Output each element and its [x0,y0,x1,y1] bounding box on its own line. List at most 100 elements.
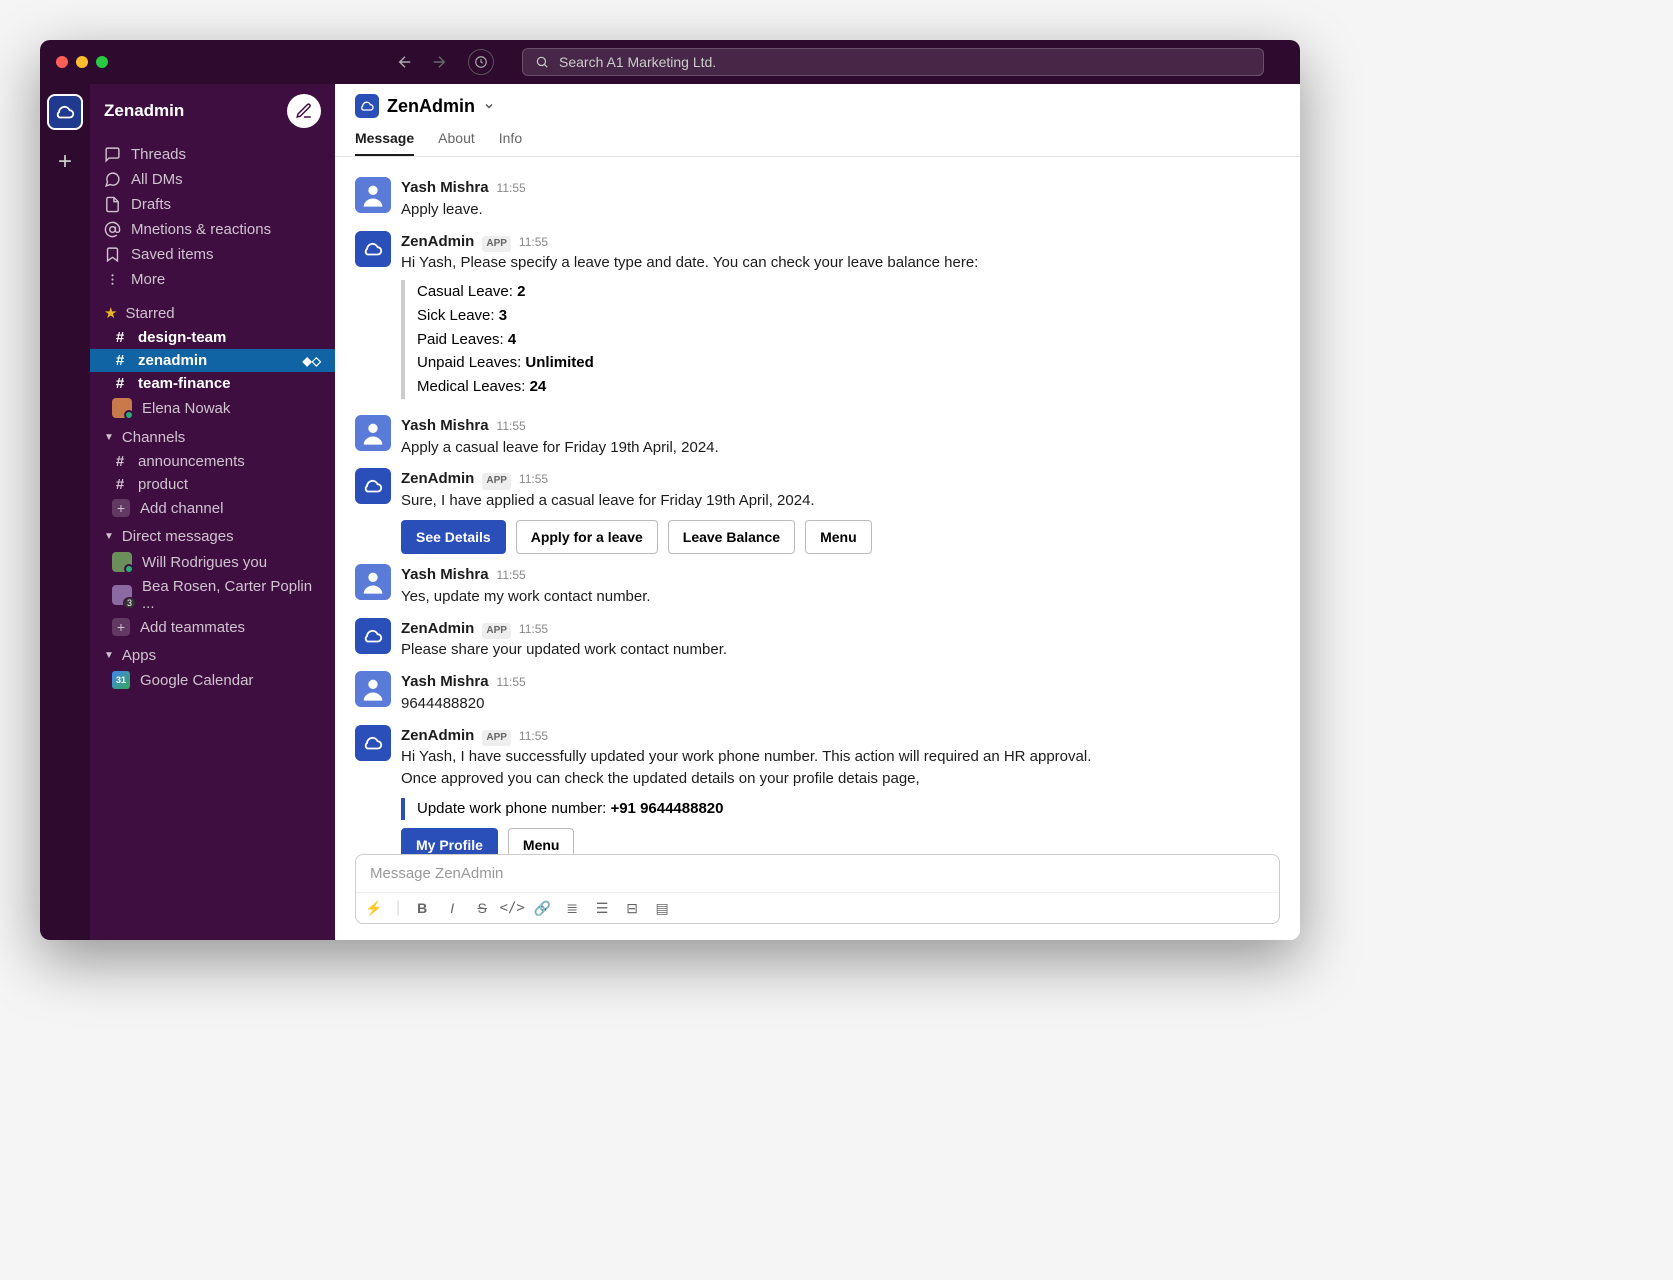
close-window[interactable] [56,56,68,68]
quote-icon[interactable]: ⊟ [624,900,640,916]
app-gcal[interactable]: 31 Google Calendar [90,668,335,692]
composer-input[interactable]: Message ZenAdmin [356,855,1279,892]
nav-saved[interactable]: Saved items [90,242,335,267]
plus-icon: + [112,618,130,636]
cloud-icon [359,98,375,114]
tab-info[interactable]: Info [499,130,522,156]
caret-down-icon: ▼ [104,650,114,661]
composer-toolbar: ⚡ | B I S </> 🔗 ≣ ☰ ⊟ ▤ [356,892,1279,923]
link-icon[interactable]: 🔗 [534,900,550,916]
avatar-icon: 3 [112,585,132,605]
channel-design-team[interactable]: #design-team [90,326,335,349]
see-details-button[interactable]: See Details [401,520,506,554]
workspace-rail: + [40,84,90,940]
dm-will[interactable]: Will Rodrigues you [90,549,335,575]
bullet-list-icon[interactable]: ☰ [594,900,610,916]
channel-announcements[interactable]: #announcements [90,450,335,473]
ordered-list-icon[interactable]: ≣ [564,900,580,916]
menu-button[interactable]: Menu [508,828,575,854]
caret-down-icon: ▼ [104,432,114,443]
bot-avatar [355,725,391,761]
more-icon [104,271,121,288]
lightning-icon[interactable]: ⚡ [366,900,382,916]
message: ZenAdminAPP11:55 Hi Yash, Please specify… [355,231,1280,405]
user-avatar [355,415,391,451]
threads-icon [104,146,121,163]
channel-zenadmin[interactable]: #zenadmin◆◇ [90,349,335,372]
nav-threads[interactable]: Threads [90,142,335,167]
cloud-icon [54,101,76,123]
message: Yash Mishra11:55 Apply leave. [355,177,1280,221]
maximize-window[interactable] [96,56,108,68]
channel-title[interactable]: ZenAdmin [355,94,1280,118]
gcal-icon: 31 [112,671,130,689]
bookmark-icon [104,246,121,263]
message-list: Yash Mishra11:55 Apply leave. ZenAdminAP… [335,157,1300,854]
tab-message[interactable]: Message [355,130,414,156]
section-channels[interactable]: ▼ Channels [90,421,335,450]
nav-mentions[interactable]: Mnetions & reactions [90,217,335,242]
update-block: Update work phone number: +91 9644488820 [401,798,1280,820]
apply-leave-button[interactable]: Apply for a leave [516,520,658,554]
message: ZenAdminAPP11:55 Please share your updat… [355,618,1280,662]
nav-all-dms[interactable]: All DMs [90,167,335,192]
history-nav [396,53,448,71]
italic-icon[interactable]: I [444,900,460,916]
user-avatar [355,177,391,213]
workspace-icon[interactable] [47,94,83,130]
drafts-icon [104,196,121,213]
search-input[interactable]: Search A1 Marketing Ltd. [522,48,1264,76]
section-starred[interactable]: ★ Starred [90,296,335,326]
chevron-down-icon [483,100,495,112]
bot-avatar [355,231,391,267]
channel-header: ZenAdmin Message About Info [335,84,1300,157]
add-teammates[interactable]: +Add teammates [90,615,335,639]
user-avatar [355,671,391,707]
back-icon[interactable] [396,53,414,71]
codeblock-icon[interactable]: ▤ [654,900,670,916]
sidebar: Zenadmin Threads All DMs Drafts [90,84,335,940]
dms-icon [104,171,121,188]
add-channel[interactable]: +Add channel [90,496,335,520]
add-workspace[interactable]: + [58,148,72,176]
message: Yash Mishra11:55 Yes, update my work con… [355,564,1280,608]
avatar-icon [112,552,132,572]
channel-team-finance[interactable]: #team-finance [90,372,335,395]
channel-tabs: Message About Info [355,130,1280,156]
workspace-header[interactable]: Zenadmin [90,84,335,138]
plus-icon: + [112,499,130,517]
code-icon[interactable]: </> [504,900,520,916]
history-button[interactable] [468,49,494,75]
menu-button[interactable]: Menu [805,520,872,554]
compose-button[interactable] [287,94,321,128]
message: ZenAdminAPP11:55 Sure, I have applied a … [355,468,1280,554]
workspace-name: Zenadmin [104,101,184,121]
titlebar: Search A1 Marketing Ltd. [40,40,1300,84]
window-controls [56,56,108,68]
sync-icon: ◆◇ [303,354,321,368]
app-window: Search A1 Marketing Ltd. + Zenadmin Thre… [40,40,1300,940]
dm-group[interactable]: 3 Bea Rosen, Carter Poplin ... [90,575,335,615]
leave-balance-block: Casual Leave: 2 Sick Leave: 3 Paid Leave… [401,280,1280,399]
mentions-icon [104,221,121,238]
bold-icon[interactable]: B [414,900,430,916]
my-profile-button[interactable]: My Profile [401,828,498,854]
tab-about[interactable]: About [438,130,475,156]
dm-elena[interactable]: Elena Nowak [90,395,335,421]
minimize-window[interactable] [76,56,88,68]
channel-product[interactable]: #product [90,473,335,496]
section-apps[interactable]: ▼ Apps [90,639,335,668]
star-icon: ★ [104,304,117,322]
nav-drafts[interactable]: Drafts [90,192,335,217]
nav-more[interactable]: More [90,267,335,292]
section-dms[interactable]: ▼ Direct messages [90,520,335,549]
forward-icon[interactable] [430,53,448,71]
compose-icon [295,102,313,120]
caret-down-icon: ▼ [104,531,114,542]
leave-balance-button[interactable]: Leave Balance [668,520,795,554]
clock-icon [474,55,488,69]
message: ZenAdminAPP11:55 Hi Yash, I have success… [355,725,1280,854]
main-pane: ZenAdmin Message About Info Yash Mishra1… [335,84,1300,940]
strike-icon[interactable]: S [474,900,490,916]
message-composer: Message ZenAdmin ⚡ | B I S </> 🔗 ≣ ☰ ⊟ ▤ [355,854,1280,924]
